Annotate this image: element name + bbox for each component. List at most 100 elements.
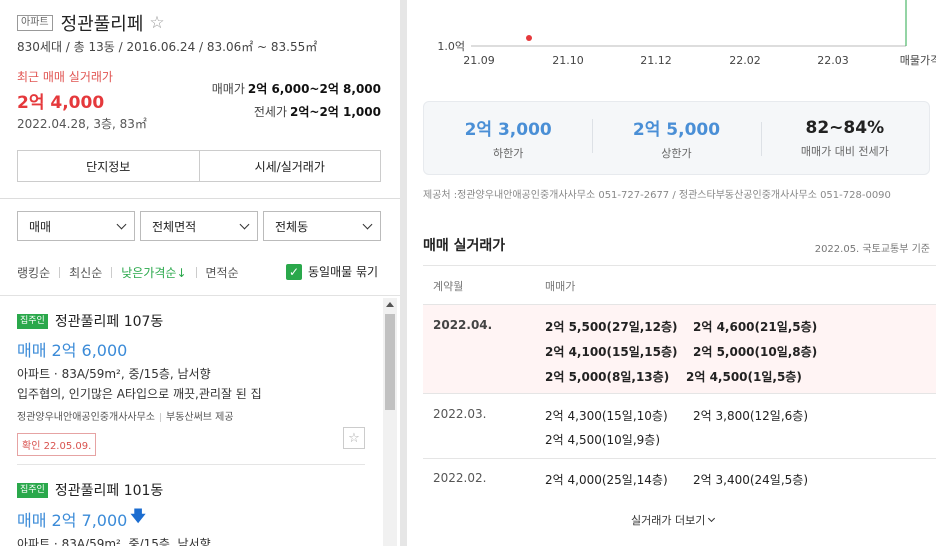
- star-icon: ☆: [348, 430, 360, 446]
- more-trades-label: 실거래가 더보기: [631, 514, 706, 527]
- owner-badge: 집주인: [17, 482, 48, 498]
- listing-divider: [17, 464, 365, 465]
- summary-ratio-label: 매매가 대비 전세가: [800, 144, 889, 158]
- listing-name: 정관풀리페 101동: [54, 483, 164, 499]
- favorite-button[interactable]: ☆: [343, 427, 365, 449]
- x-tick-label: 매물가격: [900, 54, 936, 67]
- scroll-up-icon[interactable]: [386, 302, 394, 307]
- trade-deal: 2억 4,500(1일,5층): [686, 370, 802, 384]
- price-chart: 21.09 21.10 21.12 22.02 22.03 매물가격 1.0억: [407, 0, 936, 72]
- more-trades-button[interactable]: 실거래가 더보기: [631, 512, 716, 528]
- y-tick-label: 1.0억: [437, 40, 465, 53]
- sort-area[interactable]: 면적순: [206, 264, 239, 281]
- summary-high-value: 2억 5,000: [632, 120, 721, 140]
- app-root: 아파트 정관풀리페 ☆ 830세대 / 총 13동 / 2016.06.24 /…: [0, 0, 936, 546]
- chevron-down-icon: [239, 219, 250, 229]
- x-tick-label: 22.03: [817, 54, 849, 67]
- complex-tabs: 단지정보 시세/실거래가: [17, 150, 381, 182]
- sale-price-label: 매매가: [211, 82, 245, 96]
- trade-month: 2022.04.: [433, 318, 493, 332]
- trade-deal: 2억 4,500(10일,9층): [545, 433, 661, 447]
- sort-low-price[interactable]: 낮은가격순↓: [121, 264, 186, 281]
- divider: [0, 295, 400, 296]
- summary-high-label: 상한가: [661, 147, 692, 160]
- trade-deal: 2억 4,300(15일,10층): [545, 409, 668, 423]
- col-price: 매매가: [545, 280, 576, 293]
- trade-deal: 2억 4,600(21일,5층): [693, 320, 818, 334]
- agent-divider: [160, 412, 161, 422]
- jeonse-price-row: 전세가 2억~2억 1,000: [254, 103, 381, 120]
- listing-price-value: 매매 2억 6,000: [17, 341, 128, 360]
- agent-name: 정관양우내안애공인중개사사무소: [17, 412, 155, 423]
- complex-panel: 아파트 정관풀리페 ☆ 830세대 / 총 13동 / 2016.06.24 /…: [0, 0, 400, 546]
- trade-month: 2022.03.: [433, 407, 487, 421]
- listing-price: 매매 2억 6,000: [17, 337, 365, 361]
- sale-price-range: 2억 6,000~2억 8,000: [247, 82, 381, 96]
- chevron-down-icon: [362, 219, 373, 229]
- area-value: 전체면적: [152, 219, 197, 234]
- trade-row: 2022.04. 2억 5,500(27일,12층) 2억 4,600(21일,…: [423, 305, 936, 394]
- sale-price-row: 매매가 2억 6,000~2억 8,000: [212, 80, 381, 97]
- listing-spec: 아파트 · 83A/59m², 중/15층, 남서향: [17, 367, 211, 381]
- trade-row: 2022.03. 2억 4,300(15일,10층) 2억 3,800(12일,…: [423, 395, 936, 459]
- data-source: 제공처 :정관양우내안애공인중개사사무소 051-727-2677 / 정관스타…: [423, 190, 891, 201]
- checkmark-icon: ✓: [286, 263, 302, 280]
- panel-divider[interactable]: [400, 0, 407, 546]
- sort-bar: 랭킹순 최신순 낮은가격순↓ 면적순: [17, 264, 239, 281]
- recent-date: 2022.04.28, 3층, 83㎡: [17, 117, 147, 131]
- sort-ranking[interactable]: 랭킹순: [17, 264, 50, 281]
- provider-name: 부동산써브 제공: [166, 412, 234, 423]
- trade-deal: 2억 4,000(25일,14층): [545, 473, 668, 487]
- listing-agent: 정관양우내안애공인중개사사무소 부동산써브 제공: [17, 408, 365, 423]
- sort-divider: [111, 267, 113, 278]
- price-down-icon: 🡇: [130, 507, 146, 525]
- x-tick-label: 21.09: [463, 54, 495, 67]
- summary-ratio-value: 82~84%: [805, 117, 885, 138]
- building-select[interactable]: 전체동: [263, 211, 381, 241]
- sort-divider: [59, 267, 61, 278]
- price-chart-svg: 21.09 21.10 21.12 22.02 22.03 매물가격 1.0억: [437, 0, 936, 67]
- chevron-down-icon: [708, 514, 716, 523]
- same-listing-checkbox[interactable]: ✓ 동일매물 묶기: [286, 263, 378, 280]
- trade-month: 2022.02.: [433, 471, 487, 485]
- trade-deal: 2억 5,500(27일,12층): [545, 320, 678, 334]
- recent-price: 2억 4,000: [17, 93, 105, 113]
- area-select[interactable]: 전체면적: [140, 211, 258, 241]
- complex-name: 정관풀리페: [60, 14, 144, 35]
- listing-scrollbar[interactable]: [383, 298, 397, 546]
- complex-meta: 830세대 / 총 13동 / 2016.06.24 / 83.06㎡ ~ 83…: [17, 40, 318, 54]
- listing-item[interactable]: 집주인 정관풀리페 101동 매매 2억 7,000 🡇 아파트 · 83A/5…: [17, 480, 365, 546]
- summary-low: 2억 3,000 하한가: [424, 115, 592, 161]
- trade-section-note: 2022.05. 국토교통부 기준: [814, 244, 930, 255]
- sort-divider: [195, 267, 197, 278]
- trade-section-title: 매매 실거래가: [423, 238, 506, 254]
- star-icon[interactable]: ☆: [149, 13, 164, 33]
- trade-row: 2022.02. 2억 4,000(25일,14층) 2억 3,400(24일,…: [423, 460, 936, 498]
- x-tick-label: 22.02: [729, 54, 761, 67]
- listing-name: 정관풀리페 107동: [54, 314, 164, 330]
- summary-low-label: 하한가: [492, 147, 524, 160]
- col-month: 계약월: [433, 280, 464, 293]
- filter-bar: 매매 전체면적 전체동: [17, 211, 381, 241]
- scroll-thumb[interactable]: [385, 314, 395, 410]
- sort-latest[interactable]: 최신순: [69, 264, 102, 281]
- complex-header: 아파트 정관풀리페 ☆: [17, 10, 165, 36]
- trade-deal: 2억 5,000(10일,8층): [693, 345, 818, 359]
- trade-deal: 2억 5,000(8일,13층): [545, 370, 670, 384]
- tab-complex-info[interactable]: 단지정보: [18, 151, 199, 181]
- listing-price-value: 매매 2억 7,000: [17, 510, 128, 530]
- listing-title: 집주인 정관풀리페 101동: [17, 480, 365, 500]
- trade-deal: 2억 4,100(15일,15층): [545, 345, 678, 359]
- jeonse-price-label: 전세가: [253, 105, 288, 119]
- trade-table-header: 계약월 매매가: [423, 265, 936, 305]
- divider: [0, 198, 400, 199]
- listing-item[interactable]: 집주인 정관풀리페 107동 매매 2억 6,000 아파트 · 83A/59m…: [17, 311, 365, 456]
- jeonse-price-range: 2억~2억 1,000: [290, 105, 381, 119]
- confirm-badge: 확인 22.05.09.: [17, 433, 97, 456]
- trade-deal: 2억 3,400(24일,5층): [693, 473, 809, 487]
- summary-low-value: 2억 3,000: [464, 120, 552, 140]
- owner-badge: 집주인: [17, 313, 48, 329]
- trade-type-select[interactable]: 매매: [17, 211, 135, 241]
- x-tick-label: 21.12: [640, 54, 672, 67]
- tab-market-price[interactable]: 시세/실거래가: [198, 151, 381, 181]
